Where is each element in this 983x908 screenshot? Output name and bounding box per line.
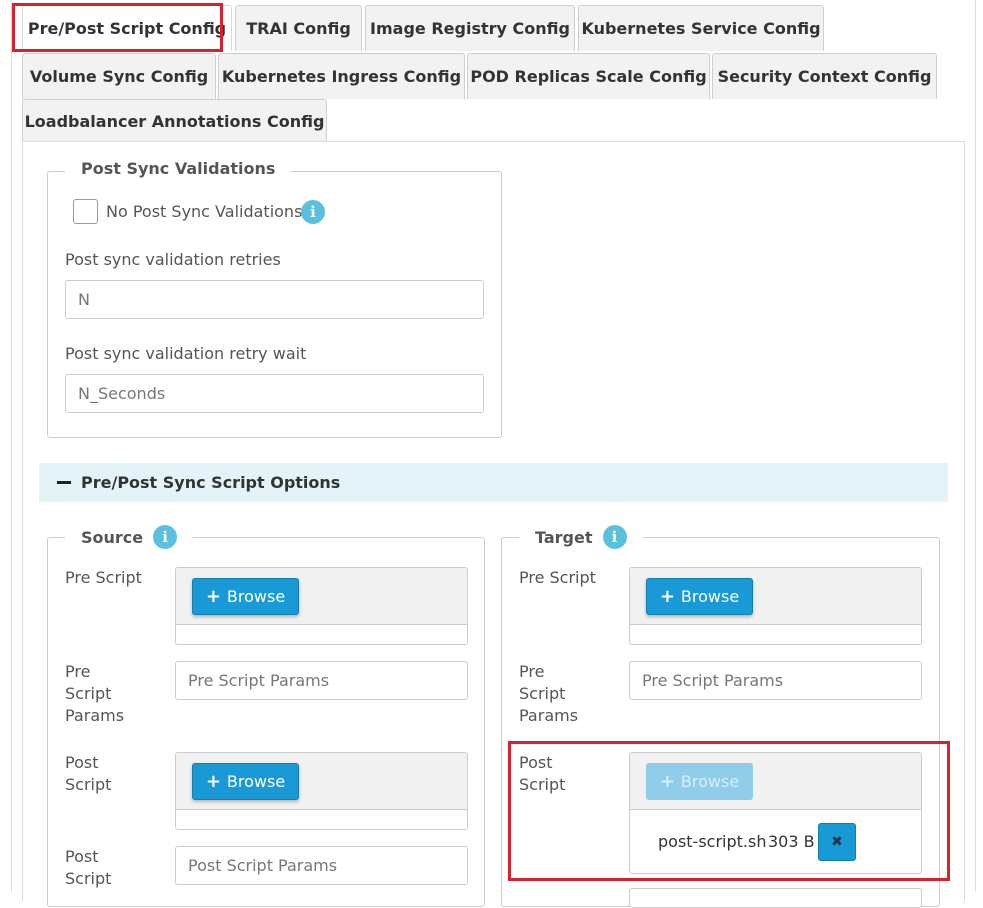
tab-trai-config[interactable]: TRAI Config (235, 5, 362, 51)
tab-label: Loadbalancer Annotations Config (24, 111, 325, 131)
remove-file-button[interactable]: ✖ (818, 823, 856, 861)
info-icon[interactable]: i (602, 525, 627, 549)
retry-wait-input[interactable] (65, 374, 484, 413)
retries-label: Post sync validation retries (65, 250, 281, 269)
uploader-toolbar: + Browse (176, 753, 467, 810)
target-pre-script-label: Pre Script (519, 568, 596, 587)
source-pre-script-browse-button[interactable]: + Browse (192, 578, 299, 615)
tab-label: Volume Sync Config (29, 67, 209, 86)
tab-label: Security Context Config (717, 67, 932, 86)
collapse-minus-icon (57, 481, 71, 484)
page-border-left (11, 0, 12, 892)
uploader-toolbar: + Browse (176, 568, 467, 625)
tab-label: Kubernetes Service Config (581, 19, 821, 38)
browse-label: Browse (680, 587, 740, 606)
no-post-sync-validations-label: No Post Sync Validations (106, 202, 303, 221)
source-post-script-params-label: Post Script (65, 847, 112, 888)
tab-label: TRAI Config (246, 19, 351, 38)
info-icon[interactable]: i (301, 200, 325, 224)
target-pre-script-browse-button[interactable]: + Browse (646, 578, 753, 615)
page-border-right (975, 0, 976, 892)
retry-wait-label: Post sync validation retry wait (65, 344, 307, 363)
target-legend: Target i (519, 525, 643, 549)
target-post-script-label: Post Script (519, 753, 566, 794)
source-post-script-uploader: + Browse (175, 752, 468, 830)
source-pre-script-params-label: Pre Script Params (65, 662, 125, 725)
tab-loadbalancer-annotations-config[interactable]: Loadbalancer Annotations Config (22, 99, 327, 142)
browse-label: Browse (226, 587, 286, 606)
source-post-script-browse-button[interactable]: + Browse (192, 763, 299, 800)
uploaded-file-name: post-script.sh (658, 832, 767, 851)
tab-pod-replicas-scale-config[interactable]: POD Replicas Scale Config (467, 53, 710, 99)
source-pre-script-uploader: + Browse (175, 567, 468, 645)
legend-text: Target (535, 527, 593, 547)
target-pre-script-params-input[interactable] (629, 661, 922, 700)
target-post-script-uploader: + Browse post-script.sh 303 B ✖ (629, 752, 922, 874)
uploader-toolbar: + Browse (630, 568, 921, 625)
uploader-toolbar: + Browse (630, 753, 921, 810)
source-post-script-label: Post Script (65, 753, 112, 794)
target-post-script-browse-button[interactable]: + Browse (646, 763, 753, 800)
post-sync-validations-legend: Post Sync Validations (65, 159, 292, 178)
plus-icon: + (205, 770, 221, 792)
tab-label: POD Replicas Scale Config (470, 67, 707, 86)
tab-label: Image Registry Config (370, 19, 570, 38)
target-pre-script-params-label: Pre Script Params (519, 662, 579, 725)
tab-kubernetes-ingress-config[interactable]: Kubernetes Ingress Config (218, 53, 465, 99)
uploaded-file-size: 303 B (768, 832, 815, 851)
script-options-header[interactable]: Pre/Post Sync Script Options (39, 463, 948, 502)
source-legend: Source i (65, 525, 194, 549)
times-icon: ✖ (831, 834, 843, 850)
script-options-title: Pre/Post Sync Script Options (81, 473, 341, 492)
tab-volume-sync-config[interactable]: Volume Sync Config (22, 53, 216, 99)
legend-text: Source (81, 527, 144, 547)
tab-label: Pre/Post Script Config (27, 19, 227, 38)
source-pre-script-label: Pre Script (65, 568, 142, 587)
legend-text: Post Sync Validations (81, 159, 276, 178)
target-pre-script-uploader: + Browse (629, 567, 922, 645)
plus-icon: + (205, 585, 221, 607)
plus-icon: + (659, 770, 675, 792)
retries-input[interactable] (65, 280, 484, 319)
source-pre-script-params-input[interactable] (175, 661, 468, 700)
source-post-script-params-input[interactable] (175, 846, 468, 885)
no-post-sync-validations-checkbox[interactable] (73, 199, 98, 224)
browse-label: Browse (226, 772, 286, 791)
tab-pre-post-script-config[interactable]: Pre/Post Script Config (22, 5, 232, 51)
tab-label: Kubernetes Ingress Config (221, 67, 462, 86)
tab-image-registry-config[interactable]: Image Registry Config (365, 5, 575, 51)
tab-security-context-config[interactable]: Security Context Config (712, 53, 937, 99)
target-next-uploader (629, 888, 922, 908)
tab-kubernetes-service-config[interactable]: Kubernetes Service Config (578, 5, 824, 51)
info-icon[interactable]: i (153, 525, 178, 549)
browse-label: Browse (680, 772, 740, 791)
plus-icon: + (659, 585, 675, 607)
